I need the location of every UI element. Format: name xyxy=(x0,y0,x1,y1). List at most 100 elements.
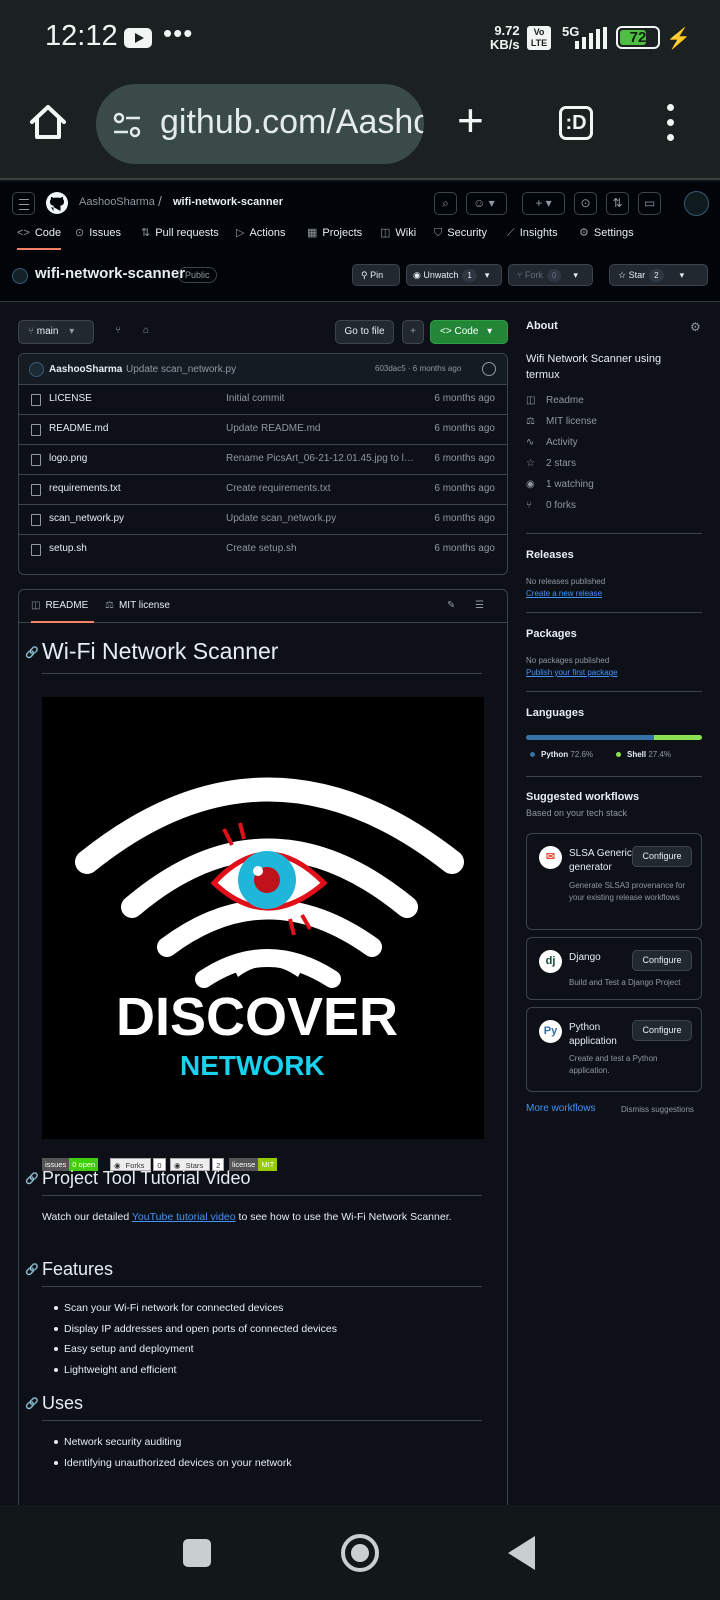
watching-link[interactable]: ◉ 1 watching xyxy=(526,479,594,490)
outline-icon[interactable]: ☰ xyxy=(475,590,484,623)
table-row[interactable]: README.md Update README.md 6 months ago xyxy=(19,415,507,445)
tab-license[interactable]: ⚖ MIT license xyxy=(105,590,170,623)
hamburger-menu-icon[interactable] xyxy=(12,192,35,215)
file-name[interactable]: LICENSE xyxy=(49,393,92,404)
go-to-file-button[interactable]: Go to file xyxy=(335,320,394,344)
copilot-icon[interactable]: ☺ ▾ xyxy=(466,192,507,215)
add-file-button[interactable]: + xyxy=(402,320,424,344)
breadcrumb-owner[interactable]: AashooSharma xyxy=(79,196,155,208)
tags-icon[interactable]: ⌂ xyxy=(134,320,158,344)
tab-pull-requests[interactable]: ⇅ Pull requests xyxy=(141,220,219,250)
dismiss-suggestions-link[interactable]: Dismiss suggestions xyxy=(621,1105,694,1114)
unwatch-button[interactable]: ◉ Unwatch 1 ▾ xyxy=(406,264,502,286)
file-name[interactable]: requirements.txt xyxy=(49,483,121,494)
link-icon[interactable]: 🔗 xyxy=(25,1263,39,1276)
branches-icon[interactable]: ⑂ xyxy=(106,320,130,344)
user-avatar[interactable] xyxy=(684,191,709,216)
commit-message[interactable]: Update scan_network.py xyxy=(126,364,236,375)
activity-link[interactable]: ∿ Activity xyxy=(526,437,578,448)
configure-button[interactable]: Configure xyxy=(632,950,692,971)
create-new-icon[interactable]: + ▾ xyxy=(522,192,565,215)
branch-selector[interactable]: ⑂ main ▾ xyxy=(18,320,94,344)
link-icon[interactable]: 🔗 xyxy=(25,1172,39,1185)
repo-name[interactable]: wifi-network-scanner xyxy=(35,265,185,282)
tab-switcher-button[interactable]: :D xyxy=(559,106,593,140)
site-settings-icon[interactable] xyxy=(112,110,142,140)
language-python[interactable]: Python 72.6% xyxy=(530,750,593,759)
tab-settings[interactable]: ⚙ Settings xyxy=(579,220,634,250)
history-icon[interactable] xyxy=(482,362,496,376)
forks-link[interactable]: ⑂ 0 forks xyxy=(526,500,576,511)
inbox-icon[interactable]: ▭ xyxy=(638,192,661,215)
new-tab-button[interactable]: + xyxy=(457,97,484,143)
tab-insights[interactable]: ⟋ Insights xyxy=(507,220,558,250)
tab-wiki[interactable]: ◫ Wiki xyxy=(380,220,416,250)
table-row[interactable]: logo.png Rename PicsArt_06-21-12.01.45.j… xyxy=(19,445,507,475)
breadcrumb-repo[interactable]: wifi-network-scanner xyxy=(173,196,283,208)
repo-title-row: wifi-network-scanner Public ⚲ Pin ◉ Unwa… xyxy=(0,264,720,302)
table-row[interactable]: requirements.txt Create requirements.txt… xyxy=(19,475,507,505)
file-commit-message[interactable]: Initial commit xyxy=(226,393,416,404)
table-row[interactable]: scan_network.py Update scan_network.py 6… xyxy=(19,505,507,535)
publish-package-link[interactable]: Publish your first package xyxy=(526,668,618,677)
packages-heading[interactable]: Packages xyxy=(526,628,577,640)
configure-button[interactable]: Configure xyxy=(632,846,692,867)
github-logo-icon[interactable] xyxy=(45,191,69,215)
commit-meta[interactable]: 603dac5 · 6 months ago xyxy=(375,364,461,373)
home-button[interactable] xyxy=(341,1534,379,1572)
releases-heading[interactable]: Releases xyxy=(526,549,574,561)
file-name[interactable]: scan_network.py xyxy=(49,513,124,524)
fork-button[interactable]: ⑂ Fork 0 ▾ xyxy=(508,264,593,286)
youtube-notification-icon xyxy=(124,28,152,48)
edit-icon[interactable]: ✎ xyxy=(447,590,455,623)
tab-security[interactable]: ⛉ Security xyxy=(434,220,487,250)
code-icon: <> xyxy=(440,326,452,337)
more-workflows-link[interactable]: More workflows xyxy=(526,1103,595,1114)
browser-menu-icon[interactable] xyxy=(664,104,676,142)
configure-button[interactable]: Configure xyxy=(632,1020,692,1041)
avatar[interactable] xyxy=(29,362,44,377)
gear-icon[interactable]: ⚙ xyxy=(690,320,701,334)
search-icon[interactable]: ⌕ xyxy=(434,192,457,215)
repo-nav: <> Code ⊙ Issues ⇅ Pull requests ▷ Actions ▦… xyxy=(0,220,720,250)
commit-author[interactable]: AashooSharma xyxy=(49,364,122,375)
file-name[interactable]: setup.sh xyxy=(49,543,87,554)
tab-code[interactable]: <> Code xyxy=(17,220,62,250)
pull-requests-icon[interactable]: ⇅ xyxy=(606,192,629,215)
url-bar[interactable]: github.com/AashooSharma/wifi-network-sca… xyxy=(96,84,424,164)
tab-readme[interactable]: ◫ README xyxy=(31,590,95,623)
readme-link[interactable]: ◫ Readme xyxy=(526,395,584,406)
file-time: 6 months ago xyxy=(434,483,495,494)
link-icon[interactable]: 🔗 xyxy=(25,646,39,659)
link-icon[interactable]: 🔗 xyxy=(25,1397,39,1410)
star-button[interactable]: ☆ Star 2 ▾ xyxy=(609,264,708,286)
workflow-card-django: dj Django Configure Build and Test a Dja… xyxy=(526,937,702,1000)
stars-link[interactable]: ☆ 2 stars xyxy=(526,458,576,469)
repo-description: Wifi Network Scanner using termux xyxy=(526,353,662,381)
recents-button[interactable] xyxy=(183,1539,211,1567)
file-commit-message[interactable]: Create requirements.txt xyxy=(226,483,416,494)
issues-icon[interactable]: ⊙ xyxy=(574,192,597,215)
file-commit-message[interactable]: Create setup.sh xyxy=(226,543,416,554)
code-button[interactable]: <> Code ▾ xyxy=(430,320,508,344)
table-row[interactable]: LICENSE Initial commit 6 months ago xyxy=(19,385,507,415)
star-count: 2 xyxy=(649,269,664,282)
tab-actions[interactable]: ▷ Actions xyxy=(236,220,286,250)
youtube-link[interactable]: YouTube tutorial video xyxy=(132,1211,236,1223)
license-link[interactable]: ⚖ MIT license xyxy=(526,416,597,427)
file-name[interactable]: logo.png xyxy=(49,453,87,464)
back-button[interactable] xyxy=(508,1536,535,1570)
url-text[interactable]: github.com/AashooSharma/wifi-network-sca… xyxy=(160,103,424,142)
pin-button[interactable]: ⚲ Pin xyxy=(352,264,400,286)
table-row[interactable]: setup.sh Create setup.sh 6 months ago xyxy=(19,535,507,565)
battery-icon: 72 xyxy=(616,26,660,49)
create-release-link[interactable]: Create a new release xyxy=(526,589,602,598)
tab-projects[interactable]: ▦ Projects xyxy=(307,220,362,250)
file-commit-message[interactable]: Update scan_network.py xyxy=(226,513,416,524)
tab-issues[interactable]: ⊙ Issues xyxy=(75,220,121,250)
home-icon[interactable] xyxy=(28,102,68,142)
language-shell[interactable]: Shell 27.4% xyxy=(616,750,671,759)
file-commit-message[interactable]: Rename PicsArt_06-21-12.01.45.jpg to log… xyxy=(226,453,416,464)
file-name[interactable]: README.md xyxy=(49,423,108,434)
file-commit-message[interactable]: Update README.md xyxy=(226,423,416,434)
